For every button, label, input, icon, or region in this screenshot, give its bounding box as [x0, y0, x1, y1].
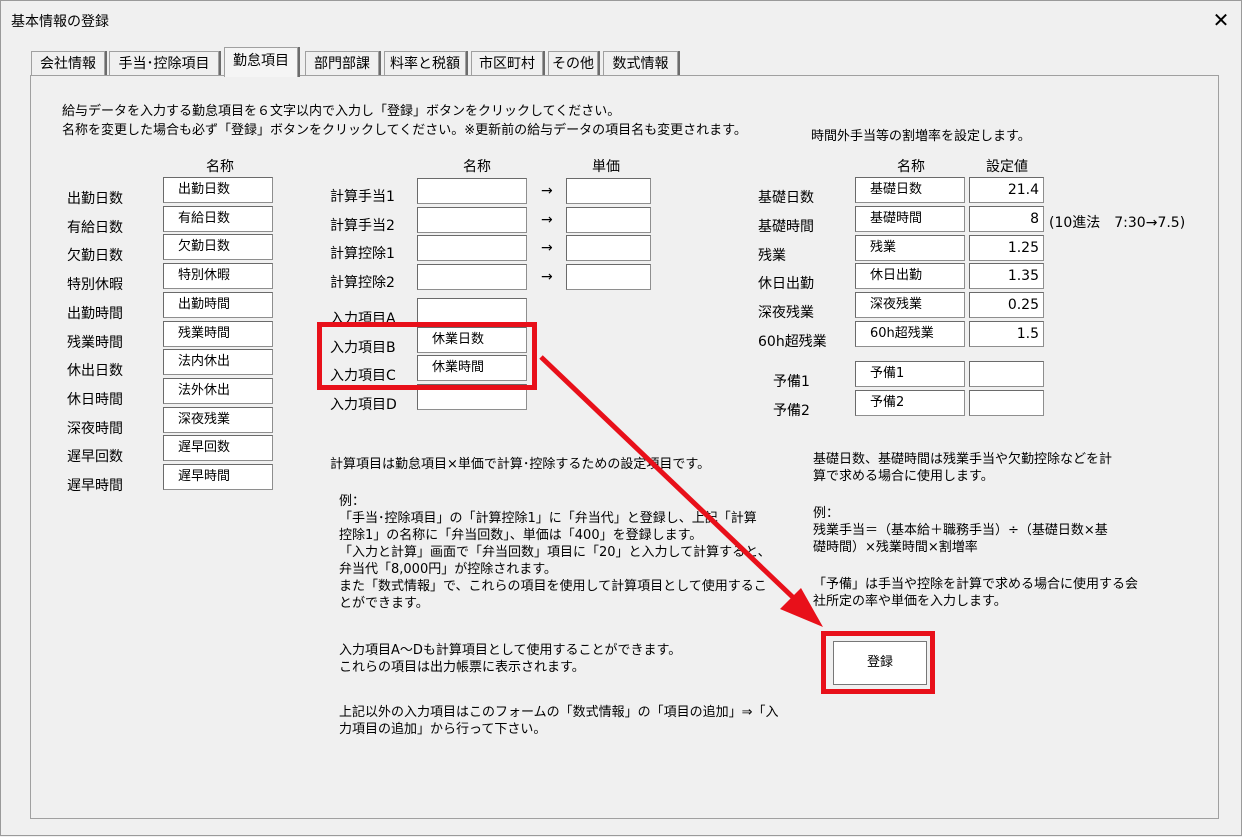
- arrow-line: [539, 355, 803, 607]
- arrow-annotation: [539, 355, 823, 627]
- tab-attendance[interactable]: 勤怠項目: [224, 47, 298, 77]
- dialog-window: 基本情報の登録 ✕ 会社情報 手当･控除項目 勤怠項目 部門部課 料率と税額 市…: [0, 0, 1242, 836]
